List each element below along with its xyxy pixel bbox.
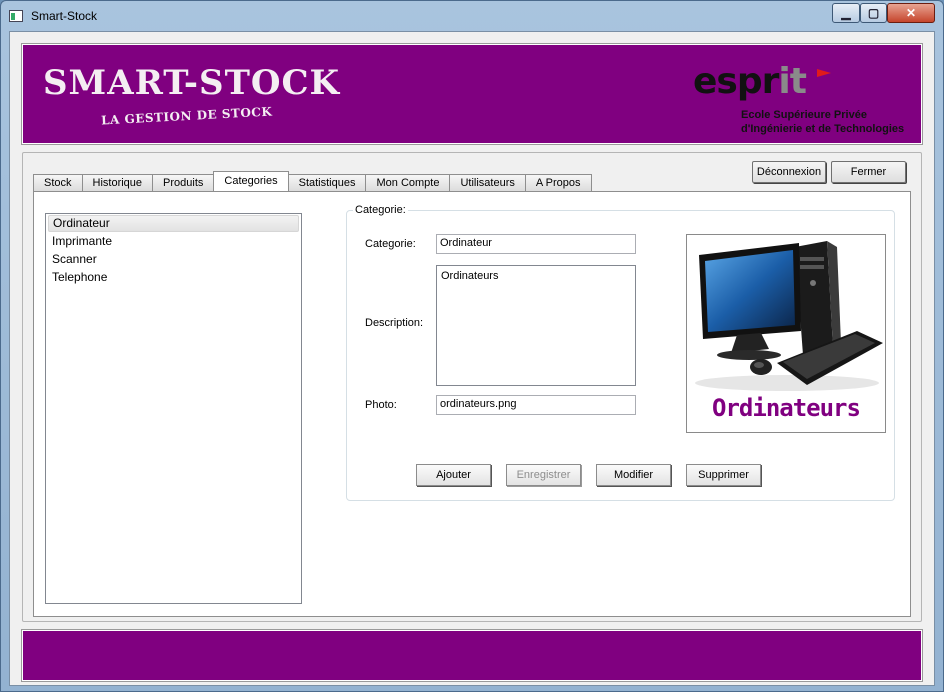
app-window: Smart-Stock ▁ ▢ ✕ SMART-STOCK LA GESTION…	[0, 0, 944, 692]
flag-icon	[817, 69, 831, 77]
computer-icon	[695, 241, 883, 391]
list-item[interactable]: Telephone	[48, 269, 299, 286]
footer-banner	[21, 629, 923, 682]
delete-button[interactable]: Supprimer	[686, 464, 761, 486]
category-label: Categorie:	[365, 238, 416, 250]
photo-label: Photo:	[365, 399, 397, 411]
client-area: SMART-STOCK LA GESTION DE STOCK esprit E…	[9, 31, 935, 686]
header-banner: SMART-STOCK LA GESTION DE STOCK esprit E…	[21, 43, 923, 145]
photo-caption: Ordinateurs	[712, 394, 861, 422]
tab-categories[interactable]: Categories	[213, 171, 289, 191]
category-input[interactable]: Ordinateur	[436, 234, 636, 254]
main-panel: Stock Historique Produits Categories Sta…	[22, 152, 922, 622]
photo-input[interactable]: ordinateurs.png	[436, 395, 636, 415]
partner-wordmark: esprit	[693, 61, 807, 102]
list-item[interactable]: Ordinateur	[48, 215, 299, 232]
tab-bar: Stock Historique Produits Categories Sta…	[33, 171, 592, 191]
category-photo: Ordinateurs	[686, 234, 886, 433]
tab-a-propos[interactable]: A Propos	[524, 174, 592, 191]
window-title: Smart-Stock	[31, 9, 98, 23]
title-bar[interactable]: Smart-Stock ▁ ▢ ✕	[1, 1, 943, 31]
partner-line-2: d'Ingénierie et de Technologies	[741, 123, 905, 135]
app-icon	[9, 10, 23, 22]
category-groupbox: Categorie: Categorie: Ordinateur Descrip…	[346, 204, 895, 501]
tab-stock[interactable]: Stock	[33, 174, 83, 191]
group-title: Categorie:	[353, 204, 408, 216]
tab-utilisateurs[interactable]: Utilisateurs	[449, 174, 526, 191]
tab-statistiques[interactable]: Statistiques	[287, 174, 367, 191]
minimize-button[interactable]: ▁	[832, 3, 860, 23]
categories-tab-pane: Ordinateur Imprimante Scanner Telephone …	[33, 191, 911, 617]
category-list[interactable]: Ordinateur Imprimante Scanner Telephone	[45, 213, 302, 604]
maximize-button[interactable]: ▢	[860, 3, 887, 23]
partner-line-1: Ecole Supérieure Privée	[741, 109, 867, 121]
app-logo: SMART-STOCK	[43, 63, 341, 103]
description-textarea[interactable]: Ordinateurs	[436, 265, 636, 386]
add-button[interactable]: Ajouter	[416, 464, 491, 486]
edit-button[interactable]: Modifier	[596, 464, 671, 486]
tab-produits[interactable]: Produits	[152, 174, 215, 191]
app-slogan: LA GESTION DE STOCK	[100, 104, 273, 128]
list-item[interactable]: Scanner	[48, 251, 299, 268]
save-button[interactable]: Enregistrer	[506, 464, 581, 486]
close-window-button[interactable]: ✕	[887, 3, 935, 23]
description-label: Description:	[365, 317, 424, 329]
tab-mon-compte[interactable]: Mon Compte	[365, 174, 451, 191]
partner-logo: esprit Ecole Supérieure Privée d'Ingénie…	[693, 61, 913, 137]
tab-historique[interactable]: Historique	[81, 174, 154, 191]
list-item[interactable]: Imprimante	[48, 233, 299, 250]
logout-button[interactable]: Déconnexion	[752, 161, 826, 183]
close-app-button[interactable]: Fermer	[831, 161, 906, 183]
